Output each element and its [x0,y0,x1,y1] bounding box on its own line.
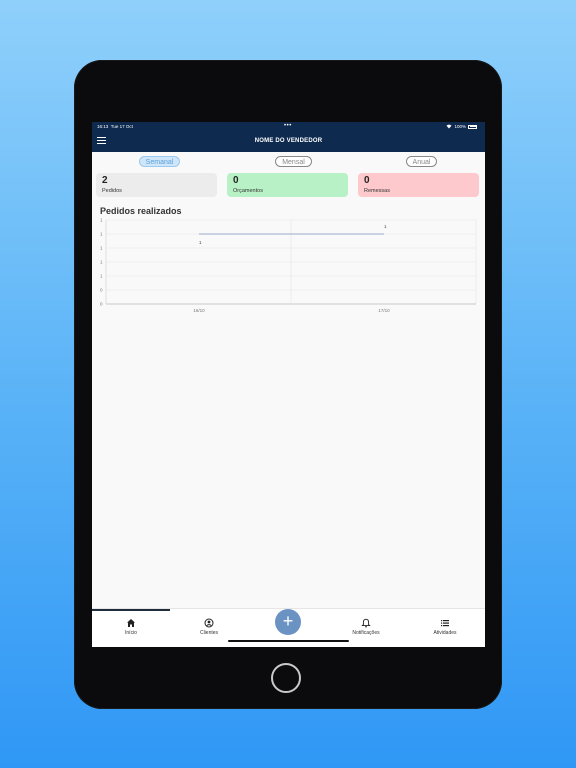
y-tick-label: 1 [100,274,103,279]
battery-percent: 100% [454,124,466,129]
user-circle-icon [204,618,214,628]
nav-tab-notificacoes-label: Notificações [352,630,380,636]
y-tick-label: 0 [100,302,103,307]
wifi-icon [446,124,452,129]
add-button[interactable]: + [275,609,301,635]
list-icon [441,620,449,627]
battery-icon [468,124,477,129]
data-label: 1 [384,224,387,229]
card-orcamentos[interactable]: 0 Orçamentos [227,173,348,197]
card-orcamentos-label: Orçamentos [233,188,263,194]
y-tick-label: 0 [100,288,103,293]
nav-tab-inicio-label: Início [125,630,137,636]
nav-tab-notificacoes[interactable]: Notificações [336,618,396,636]
nav-tab-atividades-label: Atividades [433,630,457,636]
bell-icon [361,618,371,628]
status-bar: 16:13 Tue 17 Oct ••• 100% [92,122,485,131]
page-title: NOME DO VENDEDOR [254,138,323,144]
multitasking-dots: ••• [284,123,292,129]
nav-tab-clientes[interactable]: Clientes [179,618,239,636]
card-orcamentos-value: 0 [233,175,239,186]
nav-tab-clientes-label: Clientes [199,630,219,636]
x-tick-label: 16/10 [193,308,205,313]
home-indicator [228,640,349,642]
data-label: 1 [199,240,202,245]
y-tick-label: 1 [100,232,103,237]
period-tab-mensal[interactable]: Mensal [275,156,312,167]
card-pedidos[interactable]: 2 Pedidos [96,173,217,197]
x-tick-label: 17/10 [378,308,390,313]
period-tab-semanal[interactable]: Semanal [139,156,180,167]
hardware-home-button[interactable] [271,663,301,693]
active-tab-indicator [92,609,170,611]
card-remessas[interactable]: 0 Remessas [358,173,479,197]
status-time: 16:13 Tue 17 Oct [97,124,133,129]
y-tick-label: 1 [100,218,103,223]
orders-line-chart: 1 1 1 1 1 0 0 1 1 16/10 17/10 [100,218,477,313]
period-tab-anual[interactable]: Anual [406,156,437,167]
app-screen: 16:13 Tue 17 Oct ••• 100% NOME DO VENDED… [92,122,485,647]
home-icon [127,619,135,627]
card-pedidos-value: 2 [102,175,108,186]
y-tick-label: 1 [100,246,103,251]
nav-tab-atividades[interactable]: Atividades [415,618,475,636]
card-remessas-label: Remessas [364,188,390,194]
y-tick-label: 1 [100,260,103,265]
card-remessas-value: 0 [364,175,370,186]
chart-title: Pedidos realizados [100,206,182,216]
nav-tab-inicio[interactable]: Início [101,618,161,636]
app-header: NOME DO VENDEDOR [92,131,485,152]
card-pedidos-label: Pedidos [102,188,122,194]
